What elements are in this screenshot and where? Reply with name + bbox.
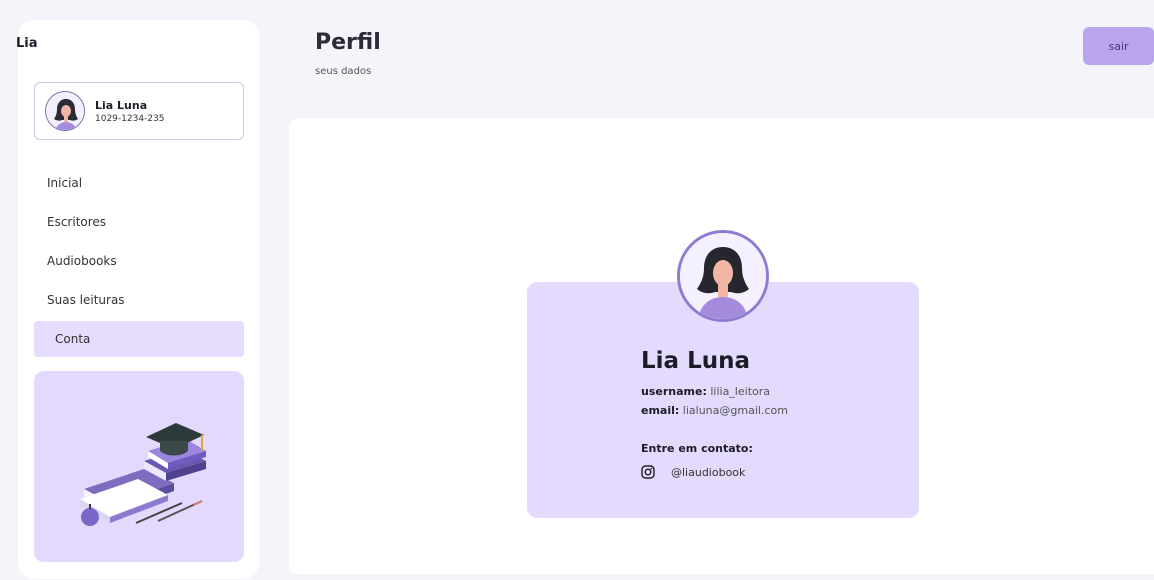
logout-button[interactable]: sair: [1083, 27, 1154, 65]
sidebar-item-conta[interactable]: Conta: [34, 321, 244, 357]
user-name: Lia Luna: [95, 98, 148, 112]
user-id: 1029-1234-235: [95, 113, 165, 124]
username-row: username: lilia_leitora: [641, 385, 770, 398]
page-title: Perfil: [315, 30, 381, 55]
books-graduation-cap-icon: [80, 423, 206, 526]
avatar: [45, 91, 85, 131]
page-subtitle: seus dados: [315, 66, 372, 77]
sidebar-nav: Inicial Escritores Audiobooks Suas leitu…: [34, 165, 244, 360]
email-value[interactable]: lialuna@gmail.com: [683, 404, 788, 417]
books-illustration: [34, 371, 244, 562]
profile-avatar: [677, 230, 769, 322]
sidebar-item-suas-leituras[interactable]: Suas leituras: [34, 282, 244, 318]
email-row: email: lialuna@gmail.com: [641, 404, 788, 417]
sidebar-item-audiobooks[interactable]: Audiobooks: [34, 243, 244, 279]
avatar-portrait-icon: [680, 233, 766, 319]
instagram-handle[interactable]: @liaudiobook: [671, 466, 745, 479]
instagram-link[interactable]: @liaudiobook: [641, 465, 745, 479]
avatar-portrait-icon: [46, 92, 84, 130]
user-card[interactable]: Lia Luna 1029-1234-235: [34, 82, 244, 140]
contact-title: Entre em contato:: [641, 442, 753, 455]
email-label: email:: [641, 404, 680, 417]
instagram-icon: [641, 465, 655, 479]
profile-name: Lia Luna: [641, 348, 750, 374]
app-title: Lia: [16, 36, 38, 51]
sidebar-item-escritores[interactable]: Escritores: [34, 204, 244, 240]
username-value: lilia_leitora: [710, 385, 770, 398]
username-label: username:: [641, 385, 707, 398]
sidebar-item-inicial[interactable]: Inicial: [34, 165, 244, 201]
